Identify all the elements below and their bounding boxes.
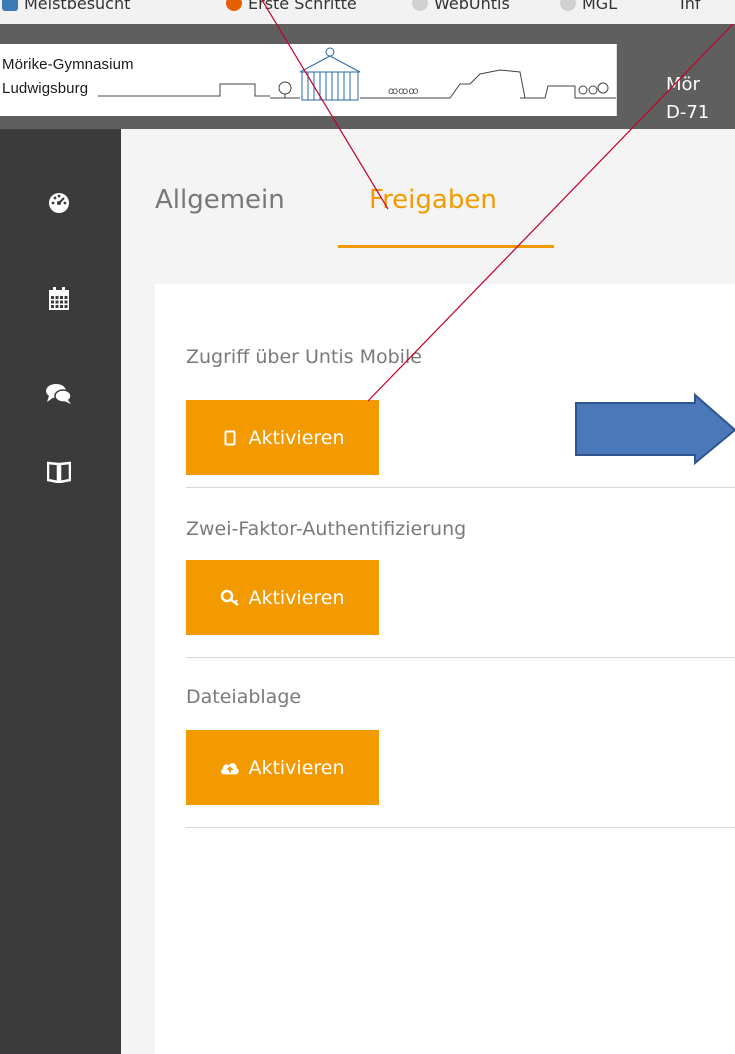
main-content: Allgemein Freigaben Zugriff über Untis M…	[121, 129, 735, 1054]
activate-two-factor-button[interactable]: Aktivieren	[186, 560, 379, 635]
settings-card: Zugriff über Untis Mobile Aktivieren Zwe…	[155, 284, 735, 1054]
tab-allgemein[interactable]: Allgemein	[155, 185, 285, 215]
bookmark-folder-icon	[2, 0, 18, 11]
section-divider	[186, 487, 735, 488]
section-label-two-factor: Zwei-Faktor-Authentifizierung	[186, 518, 467, 540]
chat-icon[interactable]	[45, 380, 73, 408]
globe-icon	[412, 0, 428, 11]
sidebar	[0, 129, 121, 1054]
mobile-icon	[220, 428, 240, 448]
school-logo[interactable]: Mörike-Gymnasium Ludwigsburg ꝏꝏꝏ	[0, 44, 617, 116]
section-divider	[186, 657, 735, 658]
tab-bar: Allgemein Freigaben	[121, 129, 735, 254]
school-address-line: D-71	[666, 102, 710, 123]
bookmark-webuntis[interactable]: WebUntis	[412, 0, 510, 13]
app-header: Mörike-Gymnasium Ludwigsburg ꝏꝏꝏ Mör D-7…	[0, 24, 735, 129]
activate-button-label: Aktivieren	[248, 586, 345, 609]
calendar-icon[interactable]	[45, 285, 73, 313]
active-tab-indicator	[338, 245, 554, 248]
bookmark-erste-schritte[interactable]: Erste Schritte	[226, 0, 357, 13]
activate-dateiablage-button[interactable]: Aktivieren	[186, 730, 379, 805]
book-icon[interactable]	[45, 458, 73, 486]
section-label-untis-mobile: Zugriff über Untis Mobile	[186, 346, 422, 368]
svg-text:ꝏꝏꝏ: ꝏꝏꝏ	[388, 86, 419, 97]
globe-icon	[560, 0, 576, 11]
tab-freigaben[interactable]: Freigaben	[369, 185, 497, 215]
section-divider	[186, 827, 735, 828]
logo-skyline-drawing: ꝏꝏꝏ	[98, 47, 616, 101]
dashboard-icon[interactable]	[45, 188, 73, 216]
firefox-icon	[226, 0, 242, 11]
bookmarks-bar: Meistbesucht Erste Schritte WebUntis MGL…	[0, 0, 735, 24]
bookmark-mgl[interactable]: MGL	[560, 0, 617, 13]
key-icon	[220, 588, 240, 608]
activate-button-label: Aktivieren	[248, 756, 345, 779]
bookmark-inf[interactable]: Inf	[680, 0, 701, 13]
activate-button-label: Aktivieren	[248, 426, 345, 449]
bookmark-meistbesucht[interactable]: Meistbesucht	[2, 0, 130, 13]
cloud-upload-icon	[220, 758, 240, 778]
section-label-dateiablage: Dateiablage	[186, 686, 302, 708]
activate-untis-mobile-button[interactable]: Aktivieren	[186, 400, 379, 475]
school-name-line: Mör	[666, 74, 700, 95]
